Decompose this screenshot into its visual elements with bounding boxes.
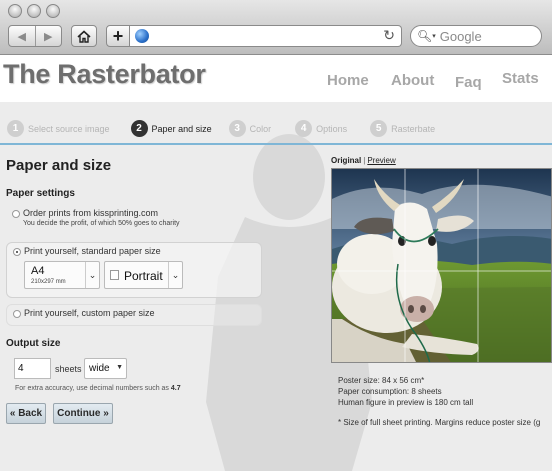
radio-custom-paper[interactable] <box>13 310 21 318</box>
source-image-preview <box>331 168 552 363</box>
step-label: Rasterbate <box>391 123 436 134</box>
step-number: 2 <box>130 120 148 137</box>
option-subtitle: You decide the profit, of which 50% goes… <box>23 220 180 227</box>
step-item-active[interactable]: 2 Paper and size <box>130 120 212 137</box>
add-tab-icon: + <box>112 26 124 46</box>
paper-consumption-text: Paper consumption: 8 sheets <box>338 387 442 396</box>
step-label: Options <box>316 123 348 134</box>
paper-settings-heading: Paper settings <box>6 188 75 199</box>
search-placeholder: Google <box>439 28 482 44</box>
continue-button[interactable]: Continue » <box>53 403 113 424</box>
page-title: Paper and size <box>6 157 112 174</box>
minimize-window-button[interactable] <box>27 4 41 18</box>
forward-button[interactable]: ▶ <box>36 26 62 46</box>
step-number: 3 <box>228 120 246 137</box>
reload-icon[interactable]: ↻ <box>383 27 395 44</box>
browser-toolbar: ◀ ▶ + ↻ 🔍︎ ▾ Google <box>0 0 552 55</box>
window-controls <box>8 4 60 18</box>
step-label: Color <box>249 123 272 134</box>
globe-icon <box>135 29 149 43</box>
chevron-down-icon: ▼ <box>116 364 123 371</box>
address-bar[interactable]: ↻ <box>130 25 402 47</box>
radio-standard-paper[interactable] <box>13 248 21 256</box>
step-divider <box>0 143 552 145</box>
history-nav: ◀ ▶ <box>8 25 62 47</box>
paper-size-select[interactable]: A4 210x297 mm ⌄ <box>24 261 100 289</box>
paper-size-dimensions: 210x297 mm <box>31 279 66 285</box>
step-number: 5 <box>370 120 388 137</box>
paper-size-value: A4 <box>31 265 45 277</box>
zoom-window-button[interactable] <box>46 4 60 18</box>
option-custom-paper[interactable]: Print yourself, custom paper size <box>6 304 262 326</box>
back-icon: ◀ <box>17 30 26 43</box>
site-logo[interactable]: The Rasterbator <box>3 59 206 90</box>
nav-stats[interactable]: Stats <box>502 70 539 87</box>
poster-size-text: Poster size: 84 x 56 cm* <box>338 376 425 385</box>
dimension-value: wide <box>89 363 110 374</box>
tab-separator: | <box>363 156 366 165</box>
output-size-heading: Output size <box>6 338 61 349</box>
nav-home[interactable]: Home <box>327 72 369 89</box>
orientation-checkbox[interactable] <box>110 270 119 280</box>
add-tab-button[interactable]: + <box>106 25 130 47</box>
back-button[interactable]: ◀ <box>9 26 36 46</box>
hint-example: 4.7 <box>170 385 181 392</box>
orientation-select[interactable]: Portrait ⌄ <box>104 261 183 289</box>
tab-original[interactable]: Original <box>331 156 361 165</box>
tab-preview[interactable]: Preview <box>367 156 395 165</box>
step-label: Paper and size <box>151 123 212 134</box>
option-kissprinting[interactable]: Order prints from kissprinting.com You d… <box>6 205 262 235</box>
chevron-down-icon: ⌄ <box>85 262 99 288</box>
sheets-count-input[interactable]: 4 <box>14 358 51 379</box>
preview-tabs: Original | Preview <box>331 156 396 165</box>
site-header: The Rasterbator Home About Faq Stats <box>0 56 552 102</box>
step-number: 4 <box>295 120 313 137</box>
step-item[interactable]: 5 Rasterbate <box>370 120 435 137</box>
step-label: Select source image <box>28 123 110 134</box>
forward-icon: ▶ <box>44 30 53 43</box>
step-item[interactable]: 4 Options <box>295 120 347 137</box>
search-icon: 🔍︎ <box>417 29 433 43</box>
home-icon <box>77 29 91 43</box>
option-standard-paper[interactable]: Print yourself, standard paper size A4 2… <box>6 242 262 298</box>
human-figure-text: Human figure in preview is 180 cm tall <box>338 398 474 407</box>
cow-photo <box>332 169 551 362</box>
dimension-select[interactable]: wide ▼ <box>84 358 127 379</box>
orientation-value: Portrait <box>124 269 163 283</box>
search-field[interactable]: 🔍︎ ▾ Google <box>410 25 542 47</box>
step-progress: 1 Select source image 2 Paper and size 3… <box>7 120 455 137</box>
nav-about[interactable]: About <box>391 72 434 89</box>
home-button[interactable] <box>71 25 97 47</box>
nav-faq[interactable]: Faq <box>455 74 482 91</box>
option-title: Order prints from kissprinting.com <box>23 208 159 218</box>
step-number: 1 <box>7 120 24 137</box>
option-title: Print yourself, standard paper size <box>24 246 161 256</box>
chevron-down-icon: ▾ <box>432 33 436 40</box>
close-window-button[interactable] <box>8 4 22 18</box>
size-footnote: * Size of full sheet printing. Margins r… <box>338 418 541 427</box>
accuracy-hint: For extra accuracy, use decimal numbers … <box>15 385 181 392</box>
hint-text: For extra accuracy, use decimal numbers … <box>15 385 171 392</box>
wizard-page: 1 Select source image 2 Paper and size 3… <box>0 102 552 471</box>
option-title: Print yourself, custom paper size <box>24 308 155 318</box>
sheets-label: sheets <box>55 364 82 374</box>
back-button[interactable]: « Back <box>6 403 46 424</box>
step-item[interactable]: 3 Color <box>228 120 272 137</box>
radio-kissprinting[interactable] <box>12 210 20 218</box>
step-item[interactable]: 1 Select source image <box>7 120 110 137</box>
chevron-down-icon: ⌄ <box>168 262 182 288</box>
